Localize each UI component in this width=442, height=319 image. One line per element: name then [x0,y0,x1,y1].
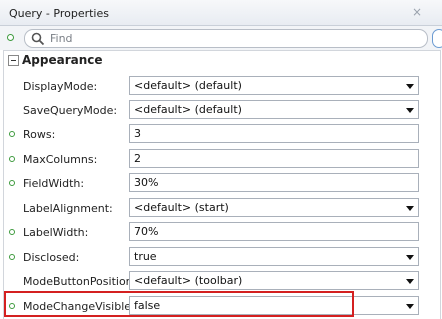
property-value: true [134,250,157,263]
property-label: ModeButtonPosition: [23,275,137,288]
property-value: 2 [134,152,141,165]
property-value: <default> (start) [134,201,229,214]
property-label: FieldWidth: [23,177,85,190]
property-label: LabelAlignment: [23,202,113,215]
property-value: <default> (toolbar) [134,274,243,287]
highlight-box [4,291,354,317]
property-row-maxcolumns: MaxColumns: 2 [4,149,440,171]
value-set-icon [9,254,15,260]
property-dropdown[interactable]: <default> (default) [129,76,419,95]
dropdown-arrow-icon[interactable] [406,255,414,260]
property-value: 70% [134,225,159,238]
property-label: Rows: [23,128,56,141]
dropdown-arrow-icon[interactable] [406,279,414,284]
property-row-labelalignment: LabelAlignment: <default> (start) [4,198,440,220]
property-text-field[interactable]: 3 [129,124,419,143]
property-value: <default> (default) [134,103,242,116]
property-row-modebuttonposition: ModeButtonPosition: <default> (toolbar) [4,271,440,293]
dropdown-arrow-icon[interactable] [406,108,414,113]
property-text-field[interactable]: 2 [129,149,419,168]
dropdown-arrow-icon[interactable] [406,304,414,309]
search-input[interactable]: Find [24,29,428,48]
property-dropdown[interactable]: <default> (default) [129,100,419,119]
search-icon [31,32,45,46]
property-row-rows: Rows: 3 [4,124,440,146]
close-icon[interactable]: × [412,5,422,19]
property-row-displaymode: DisplayMode: <default> (default) [4,76,440,98]
search-options-button[interactable] [432,29,442,48]
value-set-icon [9,229,15,235]
property-value: 3 [134,127,141,140]
property-dropdown[interactable]: <default> (toolbar) [129,271,419,290]
property-row-labelwidth: LabelWidth: 70% [4,222,440,244]
search-placeholder: Find [50,32,73,45]
property-row-fieldwidth: FieldWidth: 30% [4,173,440,195]
property-dropdown[interactable]: <default> (start) [129,198,419,217]
property-label: LabelWidth: [23,226,89,239]
search-bar: Find [0,26,442,50]
property-text-field[interactable]: 30% [129,173,419,192]
property-value: 30% [134,176,159,189]
property-value: <default> (default) [134,79,242,92]
panel-title: Query - Properties [9,7,109,20]
dropdown-arrow-icon[interactable] [406,84,414,89]
property-label: MaxColumns: [23,153,98,166]
value-set-icon [9,156,15,162]
property-sheet: Appearance DisplayMode: <default> (defaul… [3,50,441,319]
property-dropdown[interactable]: true [129,247,419,266]
property-row-savequerymode: SaveQueryMode: <default> (default) [4,100,440,122]
collapse-box-icon[interactable] [8,55,19,66]
property-text-field[interactable]: 70% [129,222,419,241]
dropdown-arrow-icon[interactable] [406,206,414,211]
value-set-icon [9,180,15,186]
title-bar: Query - Properties × [0,0,442,26]
property-label: SaveQueryMode: [23,104,118,117]
property-label: DisplayMode: [23,80,98,93]
value-set-icon [9,131,15,137]
section-label: Appearance [22,53,103,67]
property-label: Disclosed: [23,251,80,264]
property-row-disclosed: Disclosed: true [4,247,440,269]
status-dot-icon [7,34,14,41]
